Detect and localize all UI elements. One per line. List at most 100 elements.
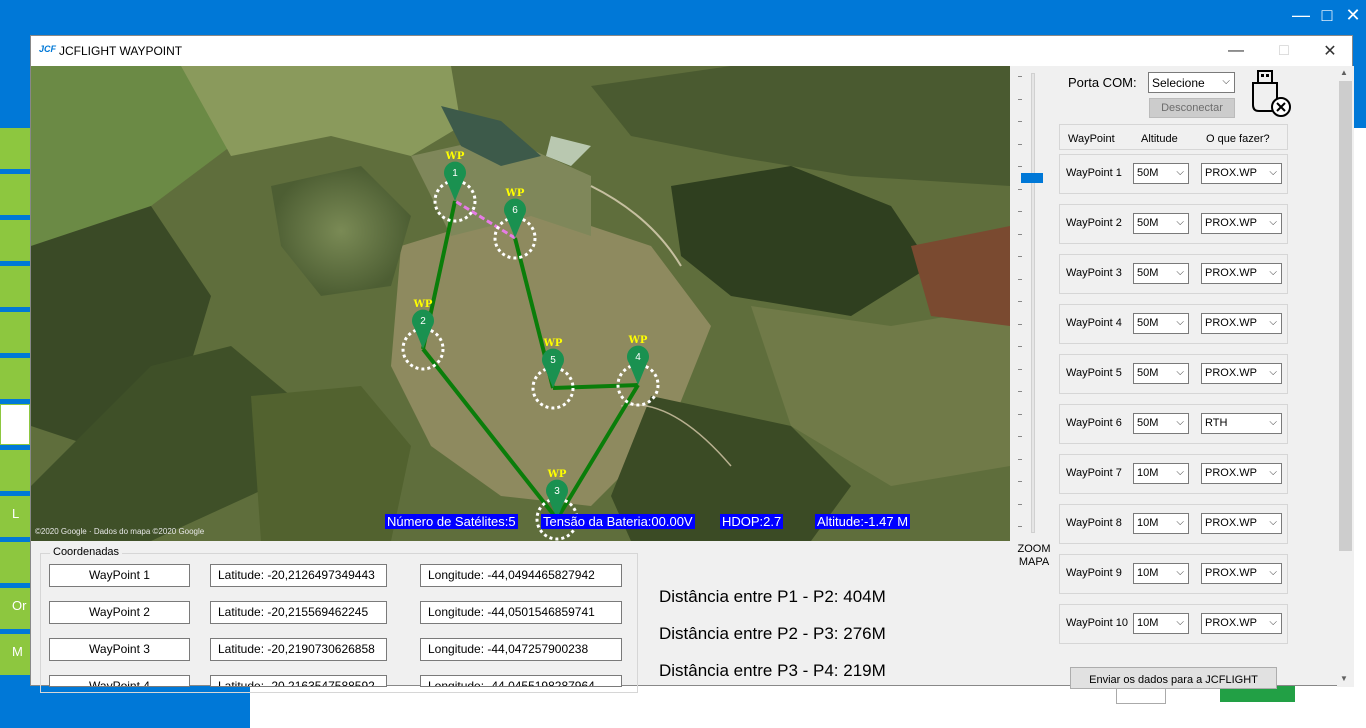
waypoint-number: 1 <box>452 168 458 179</box>
coordinate-waypoint-name[interactable]: WayPoint 2 <box>49 601 190 624</box>
zoom-tick <box>1018 346 1022 347</box>
chevron-down-icon: ⌵ <box>1269 267 1277 278</box>
port-com-label: Porta COM: <box>1068 75 1137 90</box>
zoom-tick <box>1018 98 1022 100</box>
background-side-tab[interactable]: M <box>0 634 30 675</box>
background-side-tab[interactable] <box>0 312 30 353</box>
background-side-tab[interactable] <box>0 358 30 399</box>
altitude-select[interactable]: 10M ⌵ <box>1133 513 1189 534</box>
latitude-field[interactable]: Latitude: -20,215569462245 <box>210 601 387 624</box>
chevron-down-icon: ⌵ <box>1176 467 1184 478</box>
minimize-button[interactable]: — <box>1224 40 1248 62</box>
altitude-select[interactable]: 50M ⌵ <box>1133 363 1189 384</box>
app-logo-icon: JCF <box>39 44 57 54</box>
altitude-select[interactable]: 50M ⌵ <box>1133 313 1189 334</box>
chevron-down-icon: ⌵ <box>1176 367 1184 378</box>
action-select[interactable]: PROX.WP ⌵ <box>1201 563 1282 584</box>
altitude-select[interactable]: 50M ⌵ <box>1133 163 1189 184</box>
background-side-tab[interactable] <box>0 542 30 583</box>
background-maximize-button[interactable]: □ <box>1314 0 1340 30</box>
scroll-down-icon[interactable]: ▼ <box>1340 674 1348 683</box>
chevron-down-icon: ⌵ <box>1269 367 1277 378</box>
background-side-tab[interactable] <box>0 128 30 169</box>
waypoint-row: WayPoint 6 50M ⌵ RTH ⌵ <box>1059 404 1288 444</box>
action-select[interactable]: PROX.WP ⌵ <box>1201 313 1282 334</box>
coordinate-waypoint-name[interactable]: WayPoint 3 <box>49 638 190 661</box>
action-select[interactable]: PROX.WP ⌵ <box>1201 163 1282 184</box>
zoom-tick <box>1018 121 1022 122</box>
latitude-field[interactable]: Latitude: -20,2190730626858 <box>210 638 387 661</box>
action-select[interactable]: RTH ⌵ <box>1201 413 1282 434</box>
altitude-select[interactable]: 10M ⌵ <box>1133 613 1189 634</box>
chevron-down-icon: ⌵ <box>1269 617 1277 628</box>
zoom-tick <box>1018 368 1022 370</box>
zoom-tick <box>1018 323 1022 325</box>
coordinate-waypoint-name[interactable]: WayPoint 1 <box>49 564 190 587</box>
background-window-controls: — □ ✕ <box>1288 0 1366 30</box>
background-side-tab[interactable]: Or <box>0 588 30 629</box>
right-panel-scrollbar[interactable]: ▲ ▼ <box>1337 66 1354 687</box>
longitude-field[interactable]: Longitude: -44,047257900238 <box>420 638 622 661</box>
background-side-tab[interactable] <box>0 450 30 491</box>
altitude-select[interactable]: 50M ⌵ <box>1133 263 1189 284</box>
background-close-button[interactable]: ✕ <box>1340 0 1366 30</box>
background-side-tab[interactable] <box>0 174 30 215</box>
altitude-select[interactable]: 50M ⌵ <box>1133 413 1189 434</box>
zoom-tick <box>1018 458 1022 460</box>
disconnect-button[interactable]: Desconectar <box>1149 98 1235 118</box>
scrollbar-thumb[interactable] <box>1339 81 1352 551</box>
chevron-down-icon: ⌵ <box>1176 217 1184 228</box>
altitude-select[interactable]: 10M ⌵ <box>1133 563 1189 584</box>
zoom-tick <box>1018 143 1022 145</box>
zoom-slider-track[interactable] <box>1031 73 1035 533</box>
zoom-tick <box>1018 76 1022 77</box>
chevron-down-icon: ⌵ <box>1269 217 1277 228</box>
action-select[interactable]: PROX.WP ⌵ <box>1201 613 1282 634</box>
zoom-tick <box>1018 436 1022 437</box>
maximize-button: □ <box>1279 42 1289 59</box>
background-app-edge-white <box>1352 128 1366 728</box>
waypoint-row-label: WayPoint 10 <box>1066 617 1128 629</box>
action-select[interactable]: PROX.WP ⌵ <box>1201 363 1282 384</box>
latitude-field[interactable]: Latitude: -20,2163547588592 <box>210 675 387 687</box>
coordinate-waypoint-name[interactable]: WayPoint 4 <box>49 675 190 687</box>
action-select[interactable]: PROX.WP ⌵ <box>1201 463 1282 484</box>
longitude-field[interactable]: Longitude: -44,0455198287964 <box>420 675 622 687</box>
background-minimize-button[interactable]: — <box>1288 0 1314 30</box>
action-select[interactable]: PROX.WP ⌵ <box>1201 513 1282 534</box>
window-titlebar: JCF JCFLIGHT WAYPOINT — □ ✕ <box>31 36 1352 66</box>
altitude-select[interactable]: 50M ⌵ <box>1133 213 1189 234</box>
background-side-tab[interactable] <box>0 404 30 445</box>
zoom-tick <box>1018 413 1022 415</box>
close-button[interactable]: ✕ <box>1318 40 1342 62</box>
chevron-down-icon: ⌵ <box>1176 567 1184 578</box>
chevron-down-icon: ⌵ <box>1176 417 1184 428</box>
waypoint-tag: WP <box>445 151 465 162</box>
send-data-button[interactable]: Enviar os dados para a JCFLIGHT <box>1070 667 1277 689</box>
coordinates-legend: Coordenadas <box>50 546 123 558</box>
action-select[interactable]: PROX.WP ⌵ <box>1201 263 1282 284</box>
waypoint-row: WayPoint 1 50M ⌵ PROX.WP ⌵ <box>1059 154 1288 194</box>
longitude-field[interactable]: Longitude: -44,0501546859741 <box>420 601 622 624</box>
background-side-tab[interactable] <box>0 266 30 307</box>
waypoint-row-label: WayPoint 3 <box>1066 267 1122 279</box>
satellite-map[interactable]: 1 WP 2 WP 3 WP 4 WP 5 WP 6 WP ©2020 Google · Dados … <box>31 66 1010 541</box>
background-side-tab[interactable]: L <box>0 496 30 537</box>
waypoint-number: 6 <box>512 205 518 216</box>
altitude-select[interactable]: 10M ⌵ <box>1133 463 1189 484</box>
background-side-tab[interactable] <box>0 220 30 261</box>
latitude-field[interactable]: Latitude: -20,2126497349443 <box>210 564 387 587</box>
waypoint-row: WayPoint 2 50M ⌵ PROX.WP ⌵ <box>1059 204 1288 244</box>
map-canvas[interactable]: 1 WP 2 WP 3 WP 4 WP 5 WP 6 WP ©2020 Google · Dados … <box>31 66 1010 541</box>
scroll-up-icon[interactable]: ▲ <box>1340 68 1348 77</box>
waypoint-number: 2 <box>420 316 426 327</box>
zoom-slider-thumb[interactable] <box>1021 173 1043 184</box>
longitude-field[interactable]: Longitude: -44,0494465827942 <box>420 564 622 587</box>
zoom-tick <box>1018 256 1022 257</box>
waypoint-tag: WP <box>547 469 567 480</box>
zoom-tick <box>1018 503 1022 505</box>
waypoint-table-header: WayPoint Altitude O que fazer? <box>1059 124 1288 150</box>
action-select[interactable]: PROX.WP ⌵ <box>1201 213 1282 234</box>
port-com-select[interactable]: Selecione ⌵ <box>1148 72 1235 93</box>
jcflight-waypoint-window: JCF JCFLIGHT WAYPOINT — □ ✕ 1 WP 2 WP 3 … <box>30 35 1354 693</box>
